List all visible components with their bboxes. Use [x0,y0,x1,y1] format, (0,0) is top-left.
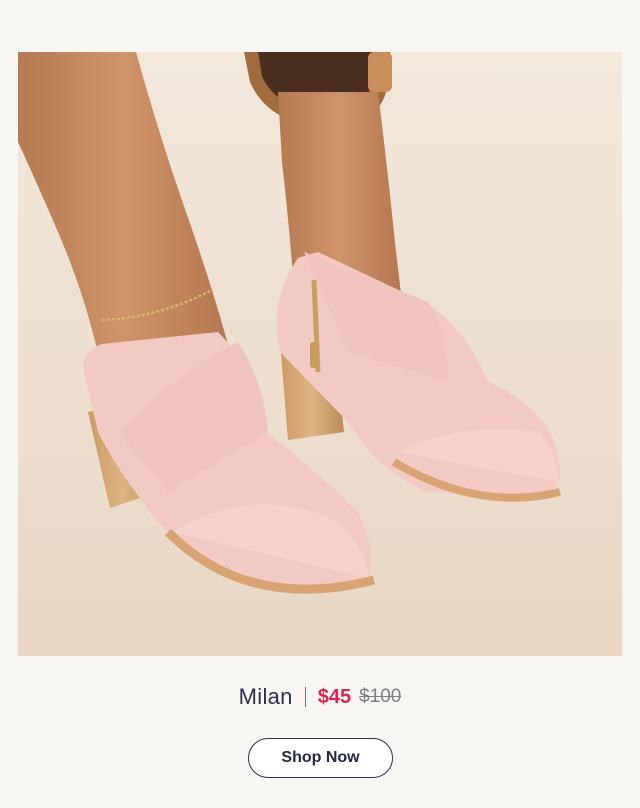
product-name: Milan [238,684,293,709]
sale-price: $45 [317,685,352,708]
product-info: Milan $45 $100 [0,680,640,714]
original-price: $100 [359,686,402,707]
product-image[interactable] [18,52,622,656]
product-photo [18,52,622,656]
shop-now-button[interactable]: Shop Now [248,738,393,778]
price-divider [304,687,306,707]
